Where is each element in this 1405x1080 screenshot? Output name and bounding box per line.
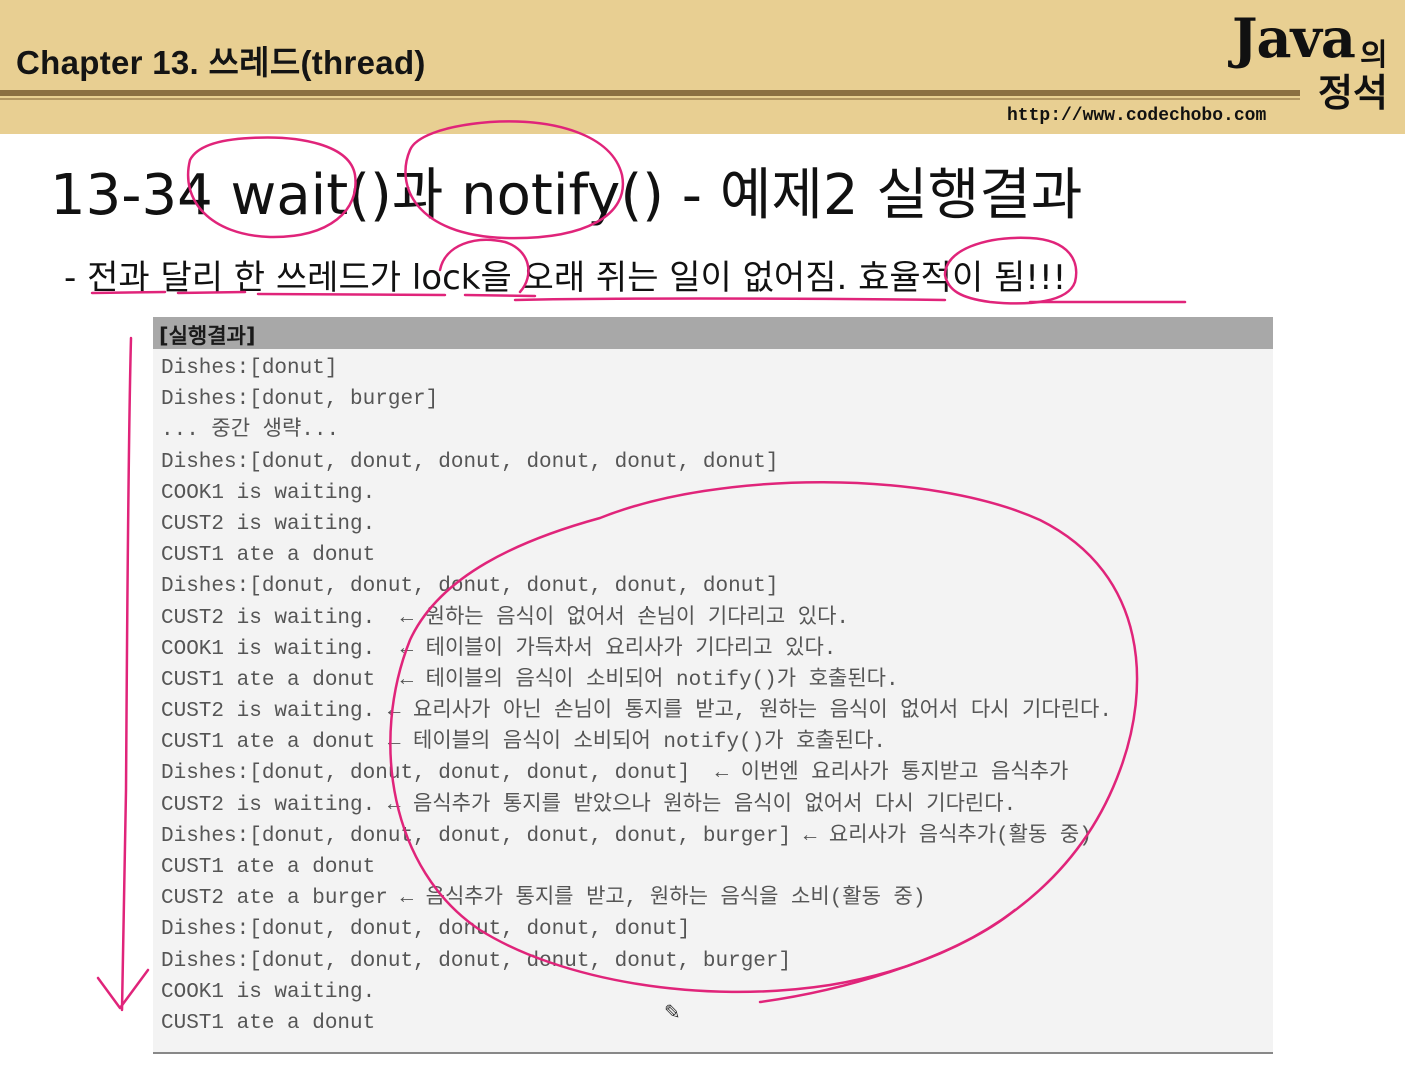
output-line: CUST2 is waiting. ← 원하는 음식이 없어서 손님이 기다리고… bbox=[161, 606, 850, 630]
output-line: COOK1 is waiting. bbox=[161, 481, 376, 505]
output-line: Dishes:[donut, donut, donut, donut, donu… bbox=[161, 918, 691, 942]
output-line: Dishes:[donut, burger] bbox=[161, 388, 439, 412]
output-line: Dishes:[donut, donut, donut, donut, donu… bbox=[161, 762, 1069, 786]
output-line: CUST1 ate a donut ← 테이블의 음식이 소비되어 notify… bbox=[161, 731, 886, 755]
output-line: CUST2 is waiting. bbox=[161, 512, 376, 536]
execution-result-box: [실행결과] Dishes:[donut] Dishes:[donut, bur… bbox=[153, 317, 1273, 1054]
output-line: Dishes:[donut, donut, donut, donut, donu… bbox=[161, 949, 792, 973]
output-line: ... 중간 생략... bbox=[161, 419, 340, 443]
output-lines: Dishes:[donut] Dishes:[donut, burger] ..… bbox=[161, 353, 1112, 1039]
output-line: Dishes:[donut, donut, donut, donut, donu… bbox=[161, 575, 779, 599]
output-line: Dishes:[donut] bbox=[161, 357, 338, 380]
output-line: CUST1 ate a donut bbox=[161, 856, 376, 879]
output-line: CUST1 ate a donut bbox=[161, 544, 376, 568]
header-rule bbox=[0, 90, 1300, 96]
output-line: CUST2 ate a burger ← 음식추가 통지를 받고, 원하는 음식… bbox=[161, 887, 926, 911]
output-line: COOK1 is waiting. ← 테이블이 가득차서 요리사가 기다리고 … bbox=[161, 637, 837, 661]
output-line: CUST2 is waiting. ← 요리사가 아닌 손님이 통지를 받고, … bbox=[161, 700, 1112, 724]
logo-jeongseok: 정석 bbox=[1318, 71, 1388, 115]
output-line: CUST1 ate a donut ← 테이블의 음식이 소비되어 notify… bbox=[161, 668, 899, 692]
site-url: http://www.codechobo.com bbox=[1007, 106, 1267, 126]
slide-title: 13-34 wait()과 notify() - 예제2 실행결과 bbox=[50, 163, 1083, 228]
output-line: COOK1 is waiting. bbox=[161, 980, 376, 1004]
slide-header: Chapter 13. 쓰레드(thread) Java 의 정석 http:/… bbox=[0, 0, 1405, 134]
output-line: CUST2 is waiting. ← 음식추가 통지를 받았으나 원하는 음식… bbox=[161, 793, 1017, 817]
result-heading-bar: [실행결과] bbox=[153, 317, 1273, 349]
pencil-cursor-icon: ✎ bbox=[664, 1000, 681, 1024]
output-line: Dishes:[donut, donut, donut, donut, donu… bbox=[161, 824, 1092, 848]
output-line: CUST1 ate a donut bbox=[161, 1011, 376, 1035]
arrow-down-line bbox=[120, 336, 133, 1012]
output-line: Dishes:[donut, donut, donut, donut, donu… bbox=[161, 450, 779, 474]
arrow-down-head bbox=[96, 968, 150, 1010]
logo-java: Java bbox=[1232, 6, 1356, 70]
slide-subtitle: - 전과 달리 한 쓰레드가 lock을 오래 쥐는 일이 없어짐. 효율적이 … bbox=[64, 258, 1067, 298]
result-heading: [실행결과] bbox=[159, 324, 256, 348]
chapter-title: Chapter 13. 쓰레드(thread) bbox=[16, 44, 426, 81]
header-rule-thin bbox=[0, 98, 1300, 100]
